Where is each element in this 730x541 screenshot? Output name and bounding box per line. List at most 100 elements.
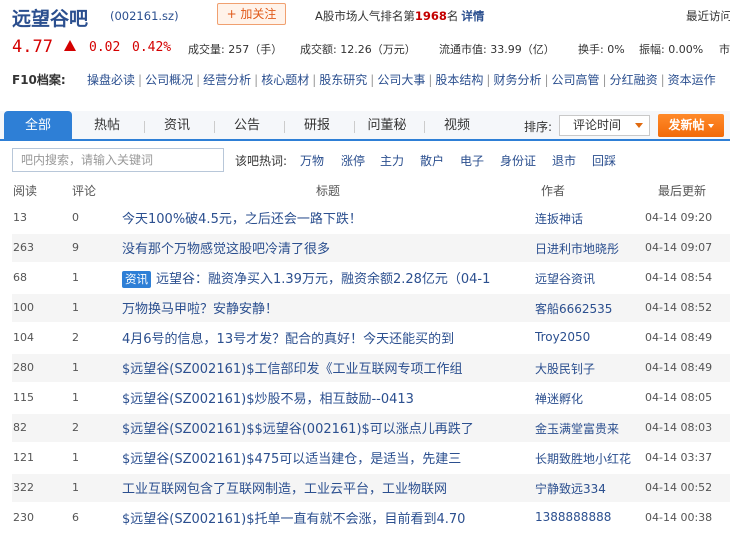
price-change-pct: 0.42% (132, 40, 172, 55)
reply-count: 0 (72, 211, 79, 224)
hot-words-label: 该吧热词: (235, 154, 288, 168)
post-title-link[interactable]: 没有那个万物感觉这股吧冷清了很多 (122, 242, 330, 257)
post-title-cell: 没有那个万物感觉这股吧冷清了很多 (122, 238, 330, 257)
caret-down-icon (707, 123, 714, 128)
table-row: 280 1 $远望谷(SZ002161)$工信部印发《工业互联网专项工作组 大股民钊子… (12, 354, 730, 382)
sort-label: 排序: (524, 120, 553, 134)
tab-item[interactable]: 公告 (214, 111, 280, 141)
post-title-link[interactable]: 万物换马甲啦？安静安静！ (122, 302, 278, 317)
post-title-link[interactable]: 工业互联网包含了互联网制造，工业云平台，工业物联网 (122, 482, 447, 497)
read-count: 104 (13, 331, 34, 344)
post-title-link[interactable]: $远望谷(SZ002161)$托单一直有就不会涨，目前看到4.70 (122, 512, 465, 527)
author-link[interactable]: 日进利市地晓彤 (535, 240, 619, 257)
f10-link[interactable]: 资本运作 (665, 71, 719, 88)
sort-select[interactable]: 评论时间 (559, 115, 650, 136)
f10-link[interactable]: 经营分析 (200, 71, 254, 88)
read-count: 68 (13, 271, 27, 284)
reply-count: 1 (72, 301, 79, 314)
post-title-link[interactable]: $远望谷(SZ002161)$$远望谷(002161)$可以涨点儿再跌了 (122, 422, 474, 437)
tab-divider (214, 121, 215, 133)
author-link[interactable]: 大股民钊子 (535, 360, 595, 377)
author-link[interactable]: 金玉满堂富贵来 (535, 420, 619, 437)
tab-item[interactable]: 问董秘 (354, 111, 420, 141)
table-row: 263 9 没有那个万物感觉这股吧冷清了很多 日进利市地晓彤 04-14 09:07 (12, 234, 730, 262)
post-title-link[interactable]: $远望谷(SZ002161)$475可以适当建仓，是适当，先建三 (122, 452, 461, 467)
last-updated: 04-14 08:03 (645, 421, 713, 434)
tab-item[interactable]: 视频 (424, 111, 490, 141)
f10-link[interactable]: 公司概况 (142, 71, 196, 88)
search-input[interactable] (12, 148, 224, 172)
post-title-cell: 万物换马甲啦？安静安静！ (122, 298, 278, 317)
stock-quote: 4.77 0.02 0.42% 成交量: 257（手） 成交额: 12.26（万… (0, 36, 730, 60)
author-link[interactable]: 连扳神话 (535, 210, 583, 227)
last-updated: 04-14 09:20 (645, 211, 713, 224)
hot-word[interactable]: 主力 (380, 152, 404, 169)
table-row: 104 2 4月6号的信息，13号才发？配合的真好！今天还能买的到 Troy2050 0… (12, 324, 730, 352)
col-reply: 评论 (72, 184, 97, 198)
hot-word[interactable]: 涨停 (341, 152, 365, 169)
post-title-link[interactable]: 4月6号的信息，13号才发？配合的真好！今天还能买的到 (122, 332, 454, 347)
recent-visits-link[interactable]: 最近访问 (686, 8, 730, 24)
hot-word[interactable]: 散户 (420, 152, 444, 169)
hot-word[interactable]: 电子 (460, 152, 484, 169)
col-updated[interactable]: 最后更新 (658, 182, 706, 199)
author-link[interactable]: 远望谷资讯 (535, 270, 595, 287)
tab-item[interactable]: 热帖 (74, 111, 140, 141)
f10-link[interactable]: 财务分析 (490, 71, 544, 88)
bar-header: 远望谷吧 (002161.sz) + 加关注 A股市场人气排名第1968名 详情 … (0, 0, 730, 32)
post-title-link[interactable]: 今天100%破4.5元，之后还会一路下跌！ (122, 212, 362, 227)
price-change: 0.02 (89, 40, 121, 55)
rank-detail-link[interactable]: 详情 (461, 9, 484, 23)
post-title-cell: 今天100%破4.5元，之后还会一路下跌！ (122, 208, 362, 227)
read-count: 263 (13, 241, 34, 254)
f10-link[interactable]: 分红融资 (607, 71, 661, 88)
hot-word[interactable]: 回踩 (592, 152, 616, 169)
hot-word[interactable]: 身份证 (500, 152, 536, 169)
table-row: 115 1 $远望谷(SZ002161)$炒股不易，相互鼓励--0413 禅迷孵化 04… (12, 384, 730, 412)
post-title-cell: 工业互联网包含了互联网制造，工业云平台，工业物联网 (122, 478, 447, 497)
follow-button[interactable]: + 加关注 (217, 3, 286, 25)
post-title-cell: 4月6号的信息，13号才发？配合的真好！今天还能买的到 (122, 328, 454, 347)
post-title-link[interactable]: 远望谷：融资净买入1.39万元，融资余额2.28亿元（04-1 (156, 272, 490, 287)
volume: 成交量: 257（手） (188, 43, 283, 56)
post-title-cell: 资讯 远望谷：融资净买入1.39万元，融资余额2.28亿元（04-1 (122, 268, 490, 288)
author-link[interactable]: Troy2050 (535, 330, 590, 344)
new-post-button[interactable]: 发新帖 (658, 114, 724, 137)
table-row: 100 1 万物换马甲啦？安静安静！ 客船6662535 04-14 08:52 (12, 294, 730, 322)
tab-divider (284, 121, 285, 133)
f10-link[interactable]: 股本结构 (432, 71, 486, 88)
reply-count: 9 (72, 241, 79, 254)
new-post-label: 发新帖 (668, 118, 705, 132)
f10-link[interactable]: 公司大事 (374, 71, 428, 88)
table-row: 82 2 $远望谷(SZ002161)$$远望谷(002161)$可以涨点儿再跌了 金… (12, 414, 730, 442)
last-updated: 04-14 08:49 (645, 331, 713, 344)
tab-item[interactable]: 全部 (4, 111, 72, 141)
author-link[interactable]: 宁静致远334 (535, 480, 606, 497)
author-link[interactable]: 1388888888 (535, 510, 611, 524)
author-link[interactable]: 禅迷孵化 (535, 390, 583, 407)
tab-item[interactable]: 资讯 (144, 111, 210, 141)
hot-word[interactable]: 万物 (300, 152, 324, 169)
f10-link[interactable]: 公司高管 (549, 71, 603, 88)
amplitude: 振幅: 0.00% (639, 43, 704, 56)
reply-count: 2 (72, 331, 79, 344)
stock-code[interactable]: (002161.sz) (110, 9, 179, 23)
tab-bar: 排序: 评论时间 发新帖 全部 热帖 资讯 公告 研报 问董秘 视频 (0, 111, 730, 141)
rank-prefix: A股市场人气排名第 (315, 9, 415, 23)
f10-link[interactable]: 操盘必读 (84, 71, 138, 88)
f10-link[interactable]: 股东研究 (316, 71, 370, 88)
tab-item[interactable]: 研报 (284, 111, 350, 141)
author-link[interactable]: 长期致胜地小红花 (535, 450, 631, 467)
hot-word[interactable]: 退市 (552, 152, 576, 169)
chevron-down-icon (635, 123, 643, 128)
post-title-link[interactable]: $远望谷(SZ002161)$炒股不易，相互鼓励--0413 (122, 392, 414, 407)
read-count: 121 (13, 451, 34, 464)
bar-title[interactable]: 远望谷吧 (12, 4, 88, 31)
author-link[interactable]: 客船6662535 (535, 300, 612, 317)
reply-count: 6 (72, 511, 79, 524)
sort-value: 评论时间 (573, 118, 622, 132)
f10-link[interactable]: 核心题材 (258, 71, 312, 88)
tab-divider (424, 121, 425, 133)
post-title-link[interactable]: $远望谷(SZ002161)$工信部印发《工业互联网专项工作组 (122, 362, 462, 377)
table-row: 121 1 $远望谷(SZ002161)$475可以适当建仓，是适当，先建三 长期致胜… (12, 444, 730, 472)
